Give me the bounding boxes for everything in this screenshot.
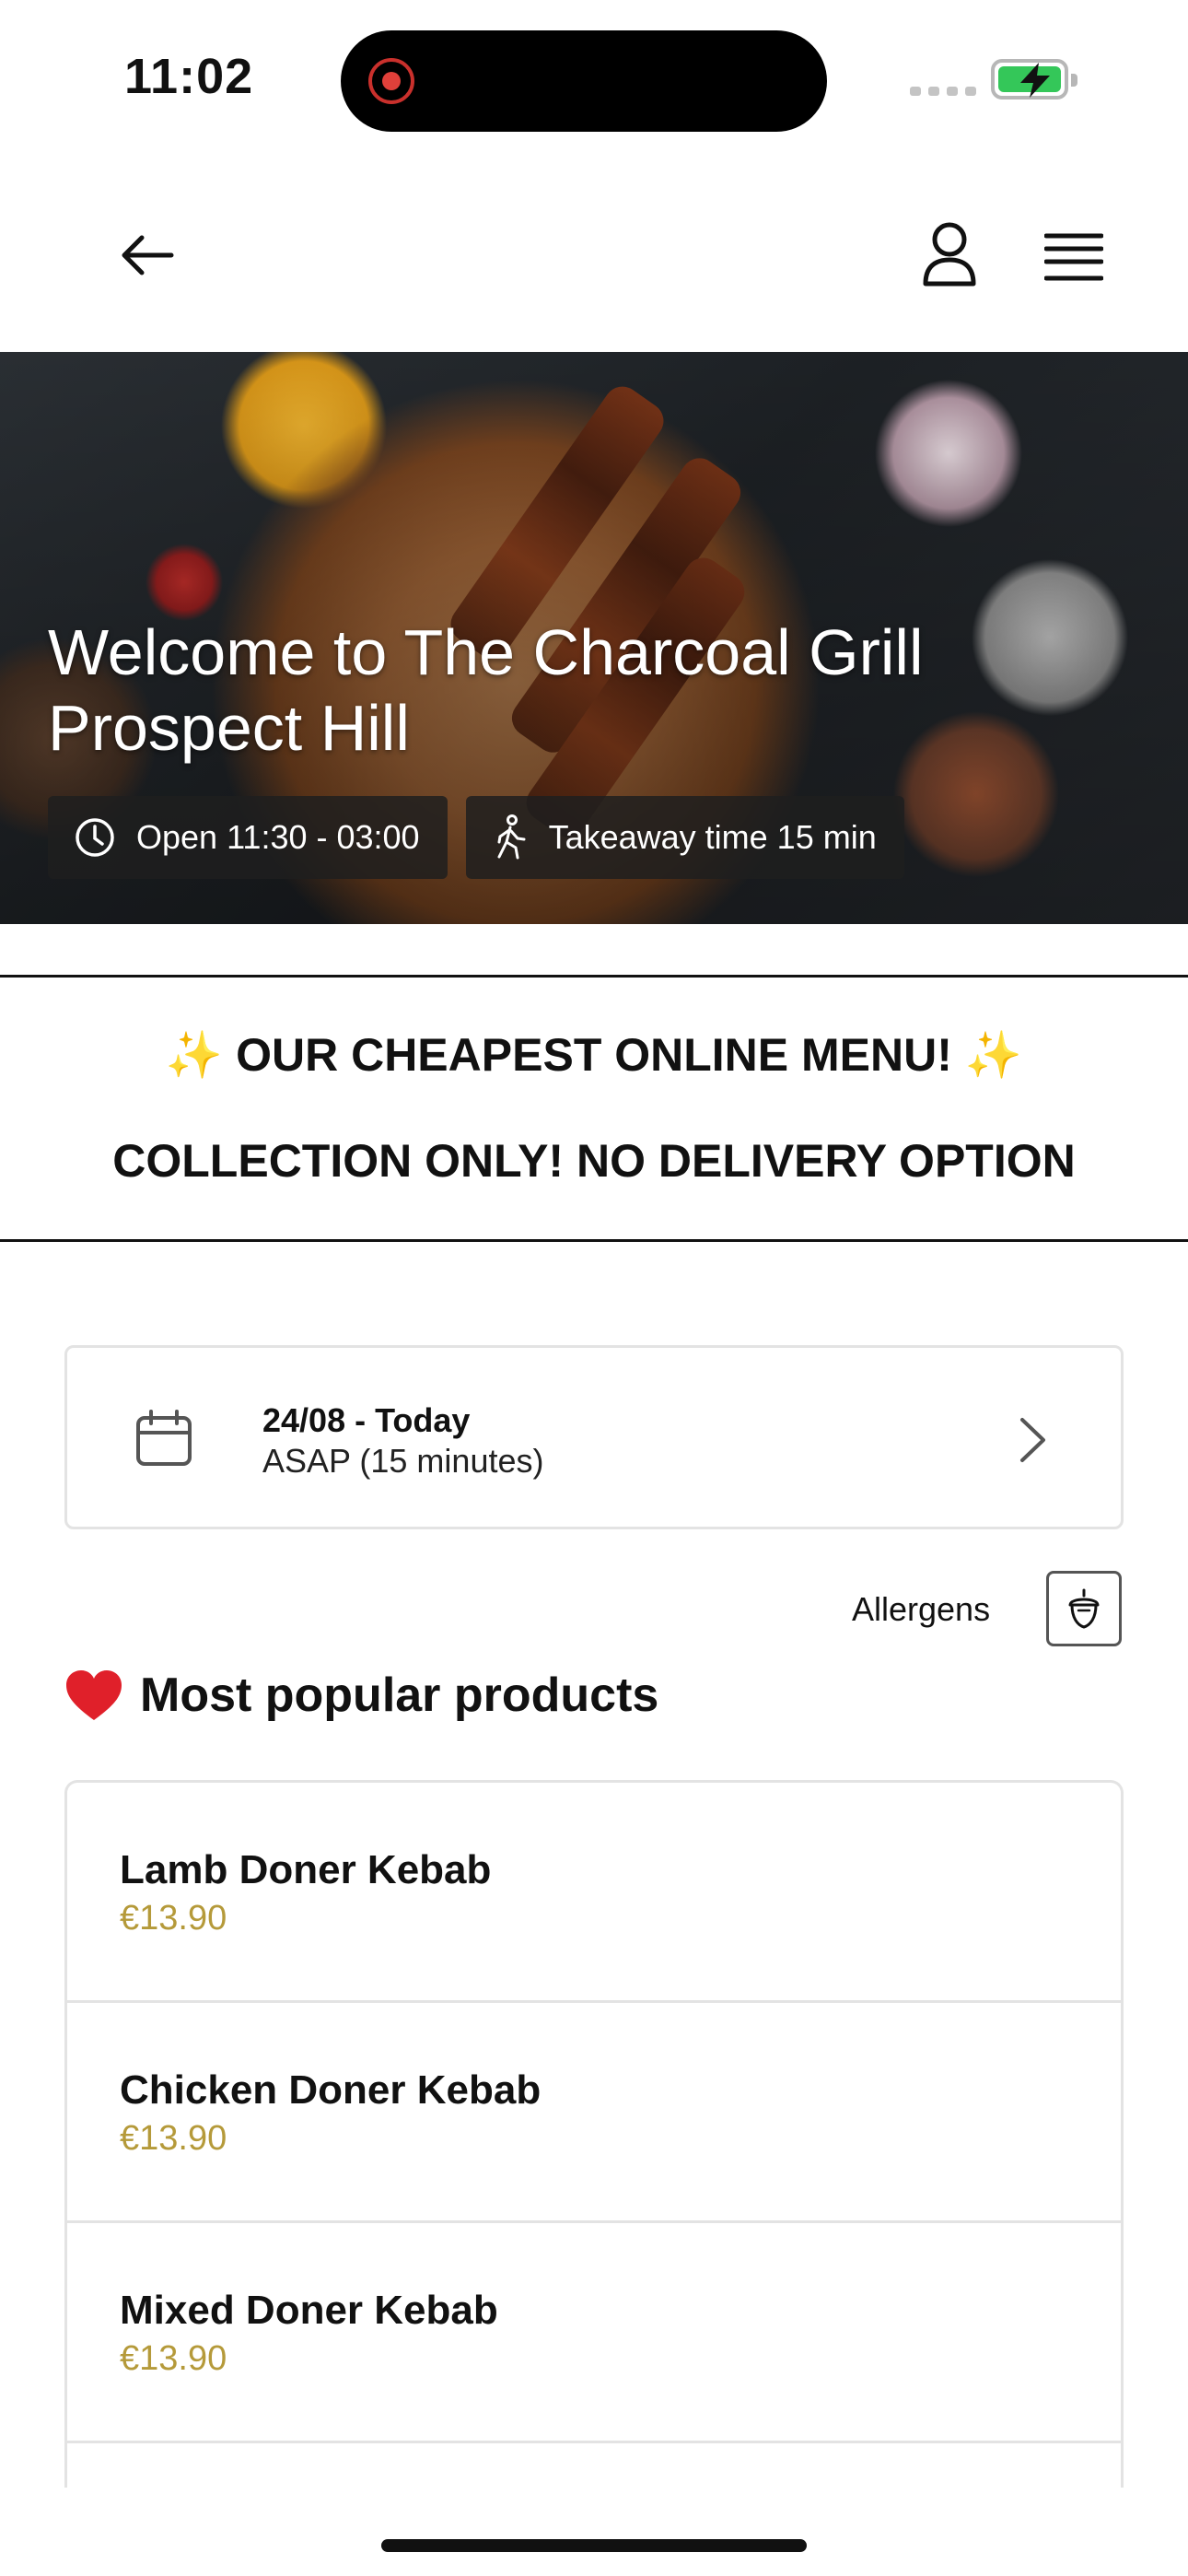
product-price: €13.90 — [120, 2119, 227, 2158]
allergens-label: Allergens — [852, 1590, 991, 1628]
recording-indicator-icon — [368, 58, 414, 104]
battery-icon — [991, 59, 1077, 100]
opening-hours-badge: Open 11:30 - 03:00 — [48, 796, 448, 879]
allergens-button[interactable] — [1046, 1571, 1122, 1646]
status-bar: 11:02 — [0, 0, 1188, 157]
user-icon — [923, 222, 976, 287]
takeaway-time-badge: Takeaway time 15 min — [465, 796, 904, 879]
hero-banner: Welcome to The Charcoal Grill Prospect H… — [0, 352, 1188, 924]
product-price: €13.90 — [120, 1899, 227, 1938]
chevron-right-icon — [1020, 1418, 1045, 1462]
acorn-icon — [1068, 1588, 1100, 1629]
order-date: 24/08 - Today — [262, 1401, 471, 1439]
promo-notice: ✨ OUR CHEAPEST ONLINE MENU! ✨ COLLECTION… — [0, 975, 1188, 1242]
product-name: Mixed Doner Kebab — [120, 2288, 498, 2333]
product-item[interactable]: Lamb Doner Kebab €13.90 — [67, 1783, 1121, 2003]
clock-icon — [76, 818, 114, 857]
hamburger-menu-icon — [1043, 233, 1104, 281]
order-time: ASAP (15 minutes) — [262, 1442, 544, 1480]
product-item[interactable]: Mixed Doner Kebab €13.90 — [67, 2223, 1121, 2443]
dynamic-island — [341, 30, 827, 132]
status-time: 11:02 — [124, 49, 254, 104]
section-title-popular: Most popular products — [64, 1668, 658, 1723]
sparkles-icon: ✨ — [964, 1029, 1023, 1081]
product-item[interactable]: Chicken Doner Kebab €13.90 — [67, 2003, 1121, 2223]
product-price: €13.90 — [120, 2339, 227, 2378]
back-button[interactable] — [120, 232, 175, 278]
arrow-left-icon — [122, 235, 174, 275]
hero-badges: Open 11:30 - 03:00 Takeaway time 15 min — [48, 796, 904, 879]
order-time-selector[interactable]: 24/08 - Today ASAP (15 minutes) — [64, 1345, 1124, 1529]
sparkles-icon: ✨ — [165, 1029, 224, 1081]
heart-icon — [66, 1670, 122, 1720]
product-name: Chicken Doner Kebab — [120, 2067, 542, 2113]
menu-button[interactable] — [1043, 232, 1104, 282]
account-button[interactable] — [921, 221, 978, 287]
charging-bolt-icon — [1020, 63, 1050, 98]
top-navigation — [0, 157, 1188, 352]
restaurant-title: Welcome to The Charcoal Grill Prospect H… — [48, 616, 924, 764]
home-indicator[interactable] — [381, 2539, 807, 2552]
promo-subline: COLLECTION ONLY! NO DELIVERY OPTION — [112, 1135, 1076, 1187]
walking-person-icon — [497, 814, 526, 860]
calendar-icon — [136, 1410, 192, 1466]
product-name: Lamb Doner Kebab — [120, 1847, 492, 1892]
promo-headline: ✨ OUR CHEAPEST ONLINE MENU! ✨ — [165, 1029, 1023, 1081]
signal-icon — [910, 87, 976, 96]
popular-products-list: Lamb Doner Kebab €13.90 Chicken Doner Ke… — [64, 1780, 1124, 2488]
